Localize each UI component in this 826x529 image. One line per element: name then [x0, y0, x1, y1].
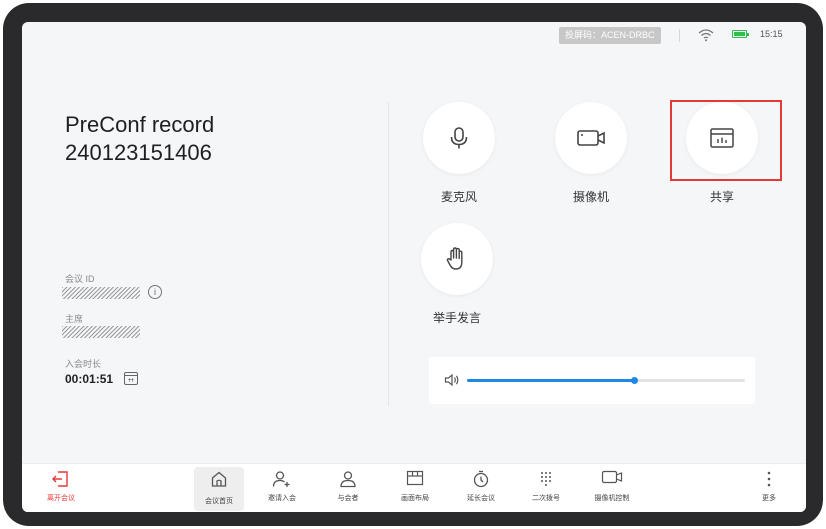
microphone-circle[interactable]: [423, 102, 495, 174]
duration-value: 00:01:51: [65, 372, 114, 386]
second-dial-label: 二次拨号: [532, 495, 560, 502]
more-vertical-icon: [767, 471, 771, 487]
status-divider: [679, 29, 680, 42]
camera-control-label: 摄像机控制: [594, 495, 630, 502]
meeting-title-number: 240123151406: [65, 140, 212, 165]
add-user-icon: [272, 471, 290, 487]
meeting-title-name: PreConf record: [65, 112, 215, 137]
meeting-home-label: 会议首页: [205, 498, 233, 505]
leave-meeting-label: 离开会议: [47, 495, 75, 502]
camera-button[interactable]: 摄像机: [551, 102, 631, 205]
share-highlight-box: [670, 100, 782, 181]
layout-label: 画面布局: [401, 495, 429, 502]
invite-button[interactable]: 邀请入会: [257, 464, 307, 512]
raise-hand-button[interactable]: 举手发言: [417, 223, 497, 326]
user-icon: [340, 471, 356, 488]
second-dial-button[interactable]: 二次拨号: [521, 464, 571, 512]
volume-slider[interactable]: [467, 377, 745, 384]
meeting-id-label: 会议 ID: [65, 274, 95, 284]
camera-circle[interactable]: [555, 102, 627, 174]
home-icon: [211, 471, 227, 487]
microphone-label: 麦克风: [440, 190, 477, 204]
more-button[interactable]: 更多: [744, 464, 794, 512]
meeting-title: PreConf record 240123151406: [65, 111, 214, 167]
camera-label: 摄像机: [572, 190, 609, 204]
bottom-toolbar: 离开会议 会议首页 邀请入会 与会者 画面布局 延长会议 二次拨号 摄像机控制 …: [22, 463, 806, 512]
microphone-button[interactable]: 麦克风: [419, 102, 499, 205]
calendar-icon: [124, 372, 138, 385]
extend-meeting-label: 延长会议: [467, 495, 495, 502]
status-bar: 投屏码：ACEN-DRBC 15:15: [22, 22, 806, 52]
raise-hand-circle[interactable]: [421, 223, 493, 295]
leave-meeting-button[interactable]: 离开会议: [36, 464, 86, 512]
meeting-id-value-masked: [62, 287, 140, 299]
volume-fill: [467, 379, 634, 382]
wifi-icon: [698, 29, 714, 42]
volume-knob[interactable]: [630, 377, 638, 384]
panel-divider: [388, 102, 389, 406]
participants-label: 与会者: [337, 495, 359, 502]
meeting-screen: 投屏码：ACEN-DRBC 15:15 PreConf record 24012…: [22, 22, 806, 512]
leave-icon: [52, 471, 68, 487]
host-label: 主席: [65, 314, 84, 324]
layout-icon: [406, 470, 424, 486]
dialpad-icon: [541, 472, 551, 486]
share-label: 共享: [709, 190, 734, 204]
device-frame: 投屏码：ACEN-DRBC 15:15 PreConf record 24012…: [3, 3, 823, 526]
camera-icon: [577, 130, 605, 146]
layout-button[interactable]: 画面布局: [390, 464, 440, 512]
info-icon[interactable]: i: [148, 285, 162, 299]
meeting-home-button[interactable]: 会议首页: [194, 467, 244, 511]
duration-label: 入会时长: [65, 359, 102, 369]
microphone-icon: [450, 127, 468, 149]
raise-hand-label: 举手发言: [432, 311, 481, 325]
timer-icon: [473, 470, 489, 488]
battery-icon: [732, 30, 749, 38]
volume-card: [429, 357, 755, 404]
camera-control-button[interactable]: 摄像机控制: [587, 464, 637, 512]
raise-hand-icon: [446, 247, 463, 270]
camera-control-icon: [601, 470, 623, 484]
participants-button[interactable]: 与会者: [323, 464, 373, 512]
invite-label: 邀请入会: [268, 495, 296, 502]
more-label: 更多: [762, 495, 776, 502]
cast-code: 投屏码：ACEN-DRBC: [559, 27, 661, 44]
host-value-masked: [62, 326, 140, 338]
clock: 15:15: [760, 29, 783, 39]
extend-meeting-button[interactable]: 延长会议: [456, 464, 506, 512]
speaker-icon[interactable]: [444, 373, 460, 387]
